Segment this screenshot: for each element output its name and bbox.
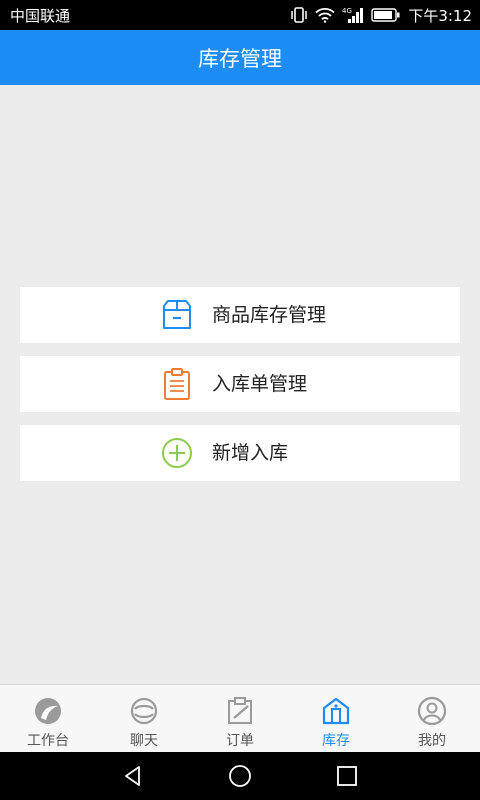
- menu-item-inbound-orders[interactable]: 入库单管理: [20, 356, 460, 412]
- plus-circle-icon: [160, 436, 194, 470]
- nav-label: 聊天: [130, 733, 158, 749]
- menu-item-label: 商品库存管理: [212, 304, 327, 326]
- nav-item-orders[interactable]: 订单: [192, 685, 288, 752]
- carrier-name: 中国联通: [10, 6, 71, 25]
- home-button[interactable]: [220, 756, 260, 796]
- clock: 下午3:12: [408, 6, 472, 25]
- warehouse-icon: [319, 695, 353, 727]
- menu-item-add-inbound[interactable]: 新增入库: [20, 425, 460, 481]
- box-icon: [160, 298, 194, 332]
- vibrate-icon: [290, 7, 308, 23]
- nav-label: 工作台: [27, 733, 69, 749]
- chat-icon: [127, 695, 161, 727]
- wifi-icon: [315, 7, 335, 23]
- menu-item-label: 入库单管理: [212, 373, 308, 395]
- bottom-nav: 工作台 聊天 订单 库存 我的: [0, 684, 480, 752]
- nav-label: 我的: [418, 733, 446, 749]
- system-nav-bar: [0, 752, 480, 800]
- status-icons: 4G 下午3:12: [290, 5, 472, 26]
- app-header: 库存管理: [0, 30, 480, 85]
- nav-item-chat[interactable]: 聊天: [96, 685, 192, 752]
- signal-icon: 4G: [342, 6, 364, 24]
- recents-icon: [336, 766, 357, 786]
- menu-item-goods-inventory[interactable]: 商品库存管理: [20, 287, 460, 343]
- workbench-icon: [31, 695, 65, 727]
- home-icon: [229, 765, 251, 787]
- status-bar: 中国联通 4G 下午3:12: [0, 0, 480, 30]
- page-title: 库存管理: [198, 46, 282, 71]
- nav-item-inventory[interactable]: 库存: [288, 685, 384, 752]
- order-icon: [223, 695, 257, 727]
- nav-item-me[interactable]: 我的: [384, 685, 480, 752]
- back-icon: [125, 766, 141, 786]
- nav-label: 库存: [322, 733, 350, 749]
- nav-label: 订单: [226, 733, 254, 749]
- network-type: 4G: [342, 7, 352, 15]
- profile-icon: [415, 695, 449, 727]
- menu-item-label: 新增入库: [212, 442, 289, 464]
- clipboard-icon: [160, 367, 194, 401]
- battery-icon: [371, 8, 401, 22]
- nav-item-workbench[interactable]: 工作台: [0, 685, 96, 752]
- back-button[interactable]: [113, 756, 153, 796]
- recents-button[interactable]: [327, 756, 367, 796]
